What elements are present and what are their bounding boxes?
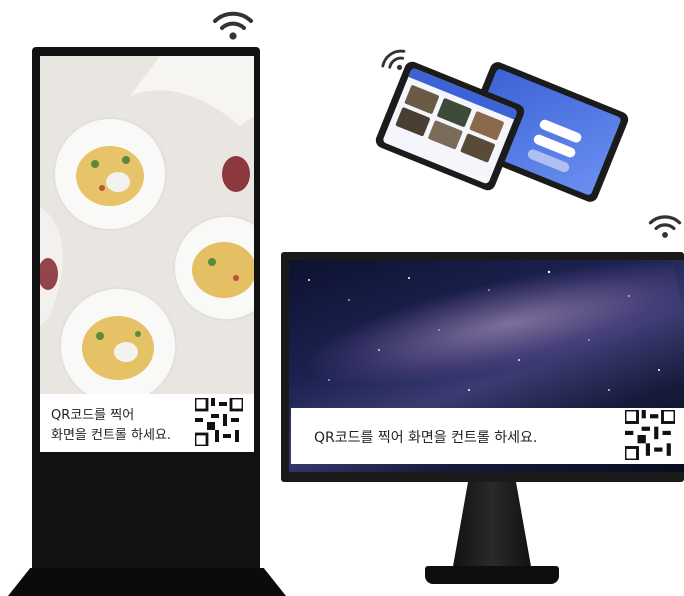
wifi-icon [213,11,253,40]
kiosk-screen [40,56,254,452]
kiosk-caption-line1: QR코드를 찍어 [51,408,135,423]
monitor-caption-panel: QR코드를 찍어 화면을 컨트롤 하세요. [291,408,684,464]
qr-code-icon[interactable] [625,410,675,460]
kiosk-caption-line2: 화면을 컨트롤 하세요. [51,428,172,443]
food-image [40,56,254,405]
qr-code-icon[interactable] [195,398,243,446]
kiosk-caption-panel: QR코드를 찍어 화면을 컨트롤 하세요. [40,394,254,452]
monitor-foot [425,566,559,584]
monitor-caption-text: QR코드를 찍어 화면을 컨트롤 하세요. [314,430,538,446]
kiosk-base [8,568,286,596]
monitor-stand [452,482,532,572]
